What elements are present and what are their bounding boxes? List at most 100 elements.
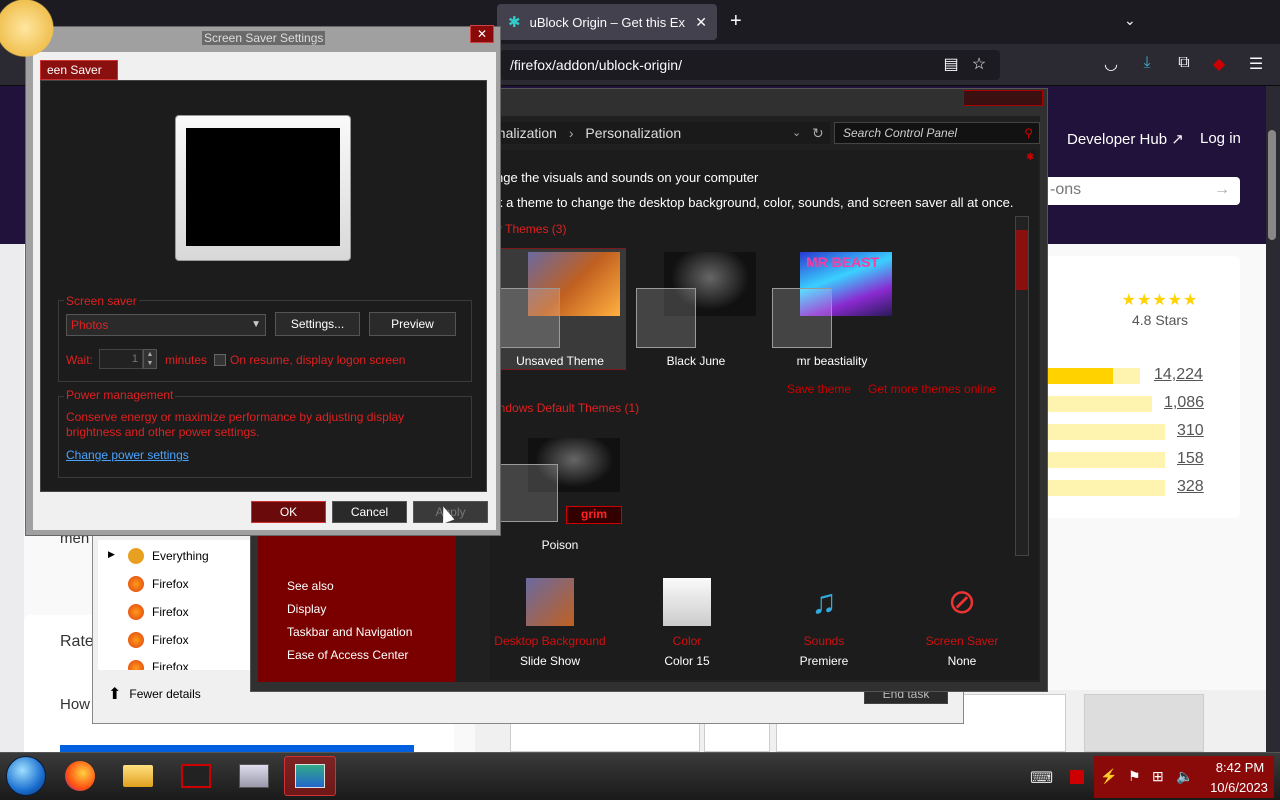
rating-bar[interactable]	[1045, 424, 1165, 440]
page-margin	[0, 244, 24, 752]
new-tab-button[interactable]: +	[730, 10, 742, 33]
process-item[interactable]: Everything	[128, 548, 209, 564]
close-tab-icon[interactable]: ✕	[695, 14, 707, 31]
rating-count[interactable]: 328	[1177, 478, 1204, 496]
url-bar[interactable]: /firefox/addon/ublock-origin/	[500, 50, 1000, 80]
default-themes-heading: indows Default Themes (1)	[496, 401, 640, 415]
refresh-icon[interactable]: ↻	[812, 122, 824, 144]
tray-app-icon[interactable]	[1070, 770, 1084, 784]
volume-icon[interactable]: 🔈	[1176, 768, 1193, 785]
keyboard-icon[interactable]: ⌨	[1030, 768, 1053, 788]
color-setting[interactable]: Color Color 15	[617, 578, 757, 668]
wait-spinner[interactable]: ▲ ▼	[143, 349, 157, 369]
rating-bar[interactable]	[1045, 480, 1165, 496]
themes-scrollbar-thumb[interactable]	[1016, 230, 1028, 290]
control-panel-taskbar-icon[interactable]	[284, 756, 336, 796]
logon-screen-label[interactable]: On resume, display logon screen	[230, 353, 405, 367]
theme-name: Unsaved Theme	[516, 354, 604, 368]
minutes-label: minutes	[165, 353, 208, 367]
rating-count[interactable]: 310	[1177, 422, 1204, 440]
media-app-icon[interactable]	[170, 756, 222, 796]
search-icon[interactable]: ⚲	[1024, 123, 1033, 143]
theme-black-june[interactable]: Black June	[636, 252, 756, 368]
control-panel-search[interactable]: Search Control Panel ⚲	[834, 122, 1040, 144]
list-all-tabs-icon[interactable]: ⌄	[1124, 12, 1136, 29]
process-item[interactable]: Firefox	[128, 632, 189, 648]
spinner-up-icon[interactable]: ▲	[144, 350, 156, 359]
firefox-icon	[128, 660, 144, 670]
clock-time[interactable]: 8:42 PM	[1210, 760, 1270, 775]
ok-button[interactable]: OK	[251, 501, 326, 523]
theme-name: Poison	[541, 538, 579, 552]
firefox-taskbar-icon[interactable]	[54, 756, 106, 796]
rating-bar[interactable]	[1045, 396, 1152, 412]
preview-button[interactable]: Preview	[369, 312, 456, 336]
clock-date[interactable]: 10/6/2023	[1206, 780, 1272, 795]
rating-bar[interactable]	[1045, 368, 1140, 384]
screen-saver-select[interactable]: Photos ▼	[66, 314, 266, 336]
sounds-setting[interactable]: ♫ Sounds Premiere	[754, 578, 894, 668]
get-more-themes-link[interactable]: Get more themes online	[868, 382, 996, 396]
rating-count[interactable]: 1,086	[1164, 394, 1204, 412]
bookmark-star-icon[interactable]: ☆	[968, 54, 990, 74]
rating-count[interactable]: 158	[1177, 450, 1204, 468]
settings-button[interactable]: Settings...	[275, 312, 360, 336]
theme-mr-beastiality[interactable]: MR BEAST mr beastiality	[772, 252, 892, 368]
downloads-icon[interactable]: ⤓	[1136, 54, 1158, 72]
close-icon[interactable]: ✕	[470, 25, 494, 43]
breadcrumb-part[interactable]: Personalization	[585, 125, 681, 141]
preview-screen	[186, 128, 340, 246]
developer-hub-link[interactable]: Developer Hub ↗	[1067, 130, 1184, 148]
amo-search-input[interactable]: -ons →	[1040, 177, 1240, 205]
power-tray-icon[interactable]: ⚡	[1100, 768, 1117, 785]
process-item[interactable]: Firefox	[128, 576, 189, 592]
expand-arrow-icon[interactable]: ▶	[108, 549, 115, 560]
rating-bar[interactable]	[1045, 452, 1165, 468]
screen-saver-setting[interactable]: ⊘ Screen Saver None	[892, 578, 1032, 668]
theme-thumbnail: grim	[500, 438, 622, 524]
start-button[interactable]	[6, 756, 46, 796]
login-link[interactable]: Log in	[1200, 130, 1241, 147]
music-note-icon: ♫	[811, 583, 837, 621]
address-bar[interactable]: onalization › Personalization ⌄ ↻	[490, 122, 830, 144]
display-link[interactable]: Display	[287, 602, 326, 616]
taskbar-navigation-link[interactable]: Taskbar and Navigation	[287, 625, 412, 639]
menu-icon[interactable]: ☰	[1245, 54, 1267, 74]
wait-minutes-input[interactable]: 1	[99, 349, 143, 369]
ease-of-access-link[interactable]: Ease of Access Center	[287, 648, 408, 662]
tab-ublock-origin[interactable]: ✱ uBlock Origin – Get this Extensi ✕	[497, 4, 717, 40]
theme-thumbnail: MR BEAST	[772, 252, 892, 352]
ublock-icon[interactable]: ◆	[1208, 54, 1230, 74]
search-icon	[128, 548, 144, 564]
network-icon[interactable]: ⊞	[1152, 768, 1164, 785]
process-item[interactable]: Firefox	[128, 604, 189, 620]
desktop-background-setting[interactable]: Desktop Background Slide Show	[480, 578, 620, 668]
fewer-details-button[interactable]: ⬆ Fewer details	[108, 684, 201, 704]
window-controls[interactable]	[963, 90, 1043, 106]
process-item[interactable]: Firefox	[128, 660, 189, 670]
screenshot-thumb[interactable]	[1084, 694, 1204, 752]
arrow-right-icon[interactable]: →	[1214, 181, 1230, 199]
save-theme-link[interactable]: Save theme	[787, 382, 851, 396]
pocket-icon[interactable]: ◡	[1100, 54, 1122, 74]
theme-poison[interactable]: grim Poison	[500, 438, 622, 552]
theme-thumbnail	[500, 252, 620, 352]
color-swatch-icon	[663, 578, 711, 626]
firefox-icon	[128, 604, 144, 620]
extensions-icon[interactable]: ⧉	[1173, 54, 1195, 72]
cancel-button[interactable]: Cancel	[332, 501, 407, 523]
logon-screen-checkbox[interactable]	[214, 354, 226, 366]
rating-bar-fill	[1045, 368, 1114, 384]
theme-unsaved[interactable]: Unsaved Theme	[500, 252, 620, 368]
spinner-down-icon[interactable]: ▼	[144, 359, 156, 368]
change-power-settings-link[interactable]: Change power settings	[66, 448, 189, 462]
page-scrollbar-thumb[interactable]	[1268, 130, 1276, 240]
file-explorer-icon[interactable]	[112, 756, 164, 796]
reader-view-icon[interactable]: ▤	[940, 54, 962, 74]
help-icon[interactable]: ✱	[1026, 152, 1034, 163]
rating-count[interactable]: 14,224	[1154, 366, 1203, 384]
task-manager-icon[interactable]	[228, 756, 280, 796]
chevron-down-icon[interactable]: ⌄	[792, 122, 801, 144]
desktop-character-icon	[0, 0, 62, 70]
flag-icon[interactable]: ⚑	[1128, 768, 1141, 785]
